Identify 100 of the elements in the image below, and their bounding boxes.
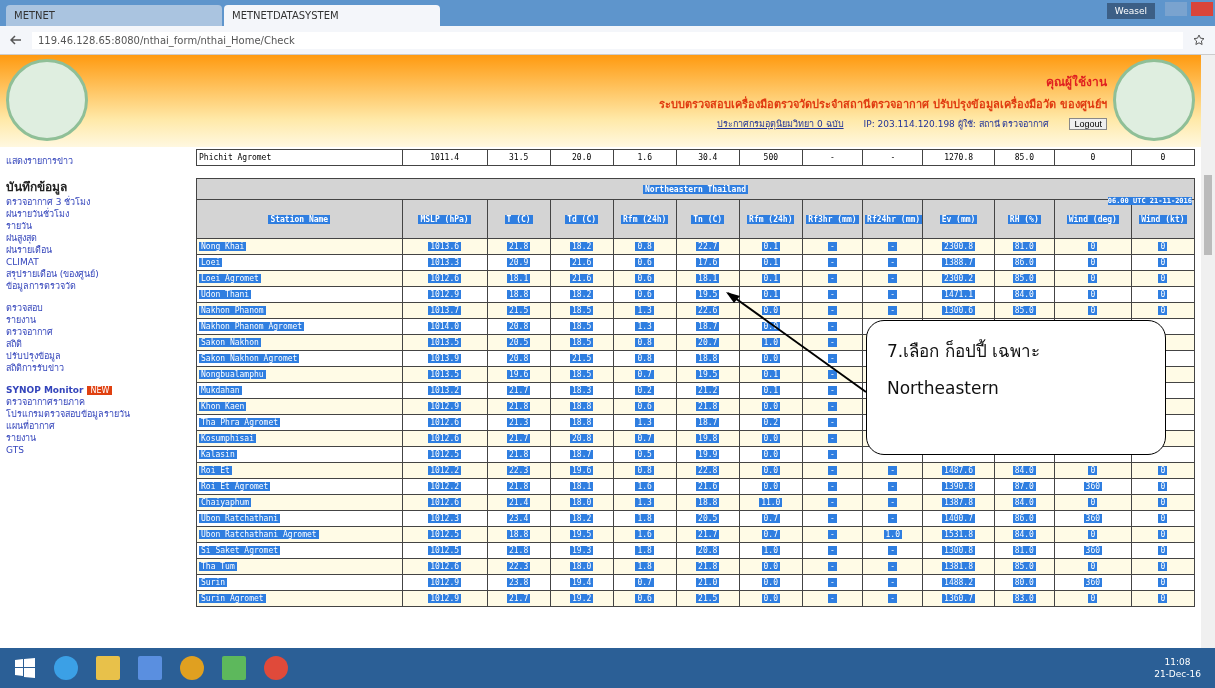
table-cell: 1013.5	[428, 370, 462, 379]
sidebar-link[interactable]: ฝนรายเดือน	[6, 244, 184, 256]
sidebar-link[interactable]: แผนที่อากาศ	[6, 420, 55, 432]
folder-icon[interactable]	[96, 656, 120, 680]
table-cell: Ubon Ratchathani	[199, 514, 281, 523]
scrollbar-thumb[interactable]	[1204, 175, 1212, 255]
table-cell: 360	[1083, 546, 1103, 555]
close-icon[interactable]	[1191, 2, 1213, 16]
table-cell: 21.7	[506, 434, 531, 443]
table-cell: 1012.2	[428, 466, 462, 475]
table-cell: 1013.2	[428, 386, 462, 395]
sidebar-link[interactable]: SYNOP Monitor	[6, 384, 84, 396]
table-cell: 1.0	[883, 530, 902, 539]
browser-icon[interactable]	[180, 656, 204, 680]
user-badge[interactable]: Weasel	[1106, 3, 1155, 19]
minimize-icon[interactable]	[1165, 2, 1187, 16]
sidebar-link[interactable]: CLIMAT	[6, 256, 184, 268]
table-cell: -	[888, 562, 898, 571]
sidebar-link[interactable]: รายงาน	[6, 432, 36, 444]
table-cell: -	[828, 418, 837, 427]
sidebar-link[interactable]: รายวัน	[6, 220, 184, 232]
sidebar-link[interactable]: แสดงรายการข่าว	[6, 155, 184, 167]
table-cell: 0	[1088, 530, 1098, 539]
table-cell: 0.6	[635, 258, 654, 267]
address-field[interactable]: 119.46.128.65:8080/nthai_form/nthai_Home/Check	[32, 31, 1183, 49]
table-cell: 21.8	[506, 402, 531, 411]
sidebar-link[interactable]: รายงาน	[6, 314, 36, 326]
table-cell: 18.8	[570, 402, 594, 411]
table-cell: -	[828, 450, 837, 459]
table-cell: 18.8	[570, 418, 594, 427]
table-cell: 0	[1088, 258, 1098, 267]
sidebar-link[interactable]: ข้อมูลการตรวจวัด	[6, 280, 184, 292]
sidebar-link[interactable]: GTS	[6, 444, 24, 456]
sidebar-link[interactable]: สรุปรายเดือน (ของศูนย์)	[6, 268, 184, 280]
table-cell: 1012.9	[428, 594, 462, 603]
table-cell: 0.0	[761, 402, 780, 411]
table-cell: 0.6	[635, 594, 654, 603]
sidebar-link[interactable]: โปรแกรมตรวจสอบข้อมูลรายวัน	[6, 408, 130, 420]
table-cell: Chaiyaphum	[199, 498, 252, 507]
table-cell: 21.8	[506, 546, 531, 555]
sidebar-link[interactable]: สถิติ	[6, 338, 22, 350]
sidebar-link[interactable]: สถิติการรับข่าว	[6, 362, 64, 374]
sidebar-link[interactable]: ตรวจอากาศ 3 ชั่วโมง	[6, 196, 184, 208]
table-cell: -	[888, 546, 898, 555]
table-cell: 21.7	[506, 594, 531, 603]
table-cell: 0	[1158, 594, 1168, 603]
table-cell: 1012.6	[428, 562, 462, 571]
star-icon[interactable]	[1193, 34, 1205, 46]
logout-button[interactable]: Logout	[1069, 117, 1107, 130]
table-cell: 21.8	[696, 402, 720, 411]
sidebar-link[interactable]: ฝนสูงสุด	[6, 232, 184, 244]
table-cell: 18.1	[696, 274, 720, 283]
sidebar-link[interactable]: ตรวจอากาศ	[6, 326, 53, 338]
sidebar-link[interactable]: ปรับปรุงข้อมูล	[6, 350, 61, 362]
browser-tab[interactable]: METNETDATASYSTEM	[224, 5, 440, 26]
table-cell: 0	[1158, 514, 1168, 523]
column-header: Rf24hr (mm)	[865, 214, 923, 224]
table-cell: 21.8	[696, 562, 720, 571]
table-cell: 0.0	[761, 562, 780, 571]
table-cell: 1.8	[635, 562, 654, 571]
browser-icon[interactable]	[54, 656, 78, 680]
document-app-icon[interactable]	[138, 656, 162, 680]
browser-icon[interactable]	[264, 656, 288, 680]
table-cell: 18.2	[570, 242, 594, 251]
table-cell: 18.5	[570, 322, 594, 331]
windows-logo-icon[interactable]	[14, 657, 36, 679]
table-cell: 0	[1054, 149, 1132, 166]
table-cell: 19.3	[570, 546, 594, 555]
sidebar-link[interactable]: ฝนรายวันชั่วโมง	[6, 208, 184, 220]
table-cell: 84.0	[1012, 466, 1036, 475]
table-cell: -	[828, 546, 837, 555]
table-cell: -	[828, 514, 837, 523]
table-cell: 1014.0	[428, 322, 462, 331]
browser-tab[interactable]: METNET	[6, 5, 222, 26]
table-cell: -	[888, 306, 898, 315]
table-cell: -	[828, 562, 837, 571]
taskbar-clock[interactable]: 11:08 21-Dec-16	[1154, 656, 1201, 680]
table-cell: 19.6	[506, 370, 531, 379]
table-cell: -	[888, 466, 898, 475]
table-cell: 0.2	[761, 418, 780, 427]
table-cell: Surin Agromet	[199, 594, 266, 603]
sidebar-link[interactable]: ตรวจสอบ	[6, 302, 43, 314]
spreadsheet-app-icon[interactable]	[222, 656, 246, 680]
table-cell: 0.8	[635, 338, 654, 347]
table-cell: 1300.6	[942, 306, 975, 315]
table-cell: 18.1	[570, 482, 594, 491]
notice-link[interactable]: ประกาศกรมอุตุนิยมวิทยา 0 ฉบับ	[717, 116, 844, 131]
table-cell: -	[828, 530, 837, 539]
sidebar-heading: บันทึกข้อมูล	[6, 179, 68, 196]
table-cell: 1012.6	[428, 274, 462, 283]
back-arrow-icon[interactable]	[10, 35, 22, 45]
table-cell: 0.0	[761, 578, 780, 587]
table-cell: 19.8	[696, 434, 720, 443]
table-cell: 85.0	[1012, 306, 1036, 315]
table-cell: 0.7	[761, 514, 780, 523]
table-cell: 1012.9	[428, 290, 462, 299]
sidebar-link[interactable]: ตรวจอากาศรายภาค	[6, 396, 85, 408]
table-cell: -	[828, 354, 837, 363]
table-cell: 19.5	[696, 290, 720, 299]
table-cell: 1531.8	[942, 530, 975, 539]
